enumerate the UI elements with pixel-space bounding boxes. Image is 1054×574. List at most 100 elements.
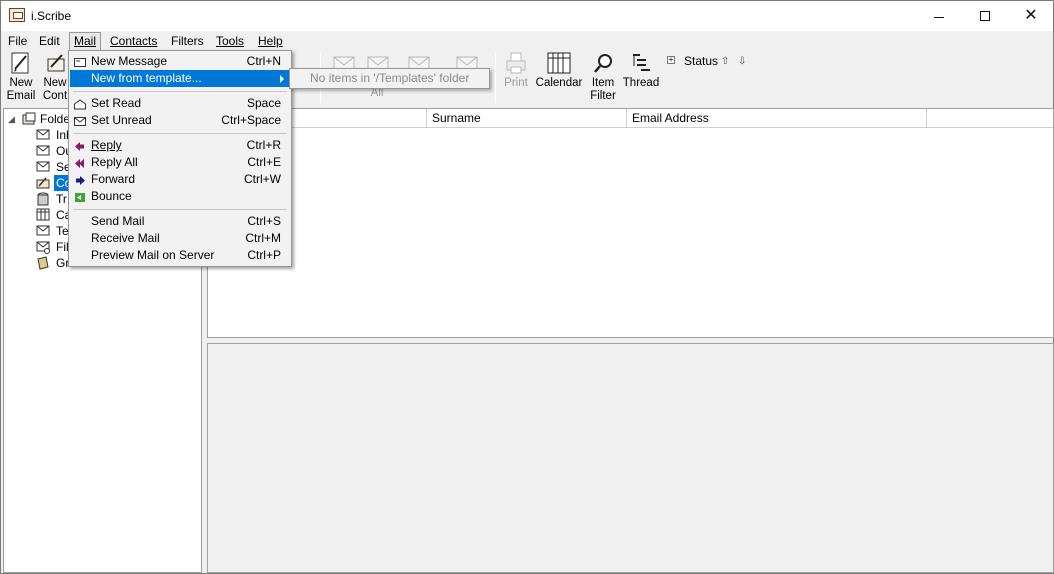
menu-separator xyxy=(73,133,287,134)
print-button[interactable]: Print xyxy=(501,51,531,90)
menu-mail[interactable]: Mail xyxy=(69,32,102,52)
root-folder-icon xyxy=(21,112,36,126)
inbox-folder-icon xyxy=(36,128,50,142)
reply-all-icon xyxy=(74,157,86,168)
minimize-button[interactable] xyxy=(916,1,962,31)
menu-item-preview-mail-on-server[interactable]: Preview Mail on Server Ctrl+P xyxy=(70,247,290,264)
menu-contacts[interactable]: Contacts xyxy=(106,33,161,51)
mail-menu-dropdown: New Message Ctrl+N New from template... … xyxy=(68,50,292,267)
menu-item-set-unread[interactable]: Set Unread Ctrl+Space xyxy=(70,112,290,129)
window-title: i.Scribe xyxy=(31,9,72,23)
menu-tools[interactable]: Tools xyxy=(212,33,248,51)
menu-item-label: Forward xyxy=(91,172,136,186)
menu-item-shortcut: Ctrl+Space xyxy=(221,113,281,127)
menu-item-new-from-template[interactable]: New from template... xyxy=(70,70,290,87)
menu-item-label: Send Mail xyxy=(91,214,145,228)
close-icon: ✕ xyxy=(1024,7,1038,24)
menu-item-forward[interactable]: Forward Ctrl+W xyxy=(70,171,290,188)
calendar-icon xyxy=(546,51,572,75)
submenu-arrow-icon xyxy=(280,75,284,83)
menu-item-shortcut: Ctrl+W xyxy=(244,172,281,186)
print-label: Print xyxy=(504,77,528,89)
templates-folder-icon xyxy=(36,224,50,238)
contacts-list[interactable]: Surname Email Address xyxy=(207,108,1054,338)
envelope-icon xyxy=(74,56,86,67)
submenu-empty-text: No items in '/Templates' folder xyxy=(310,71,470,85)
menu-item-label: Set Read xyxy=(91,96,142,110)
menu-item-set-read[interactable]: Set Read Space xyxy=(70,95,290,112)
expand-plus-icon[interactable]: + xyxy=(667,56,675,64)
menu-item-shortcut: Ctrl+N xyxy=(246,54,281,68)
menu-item-send-mail[interactable]: Send Mail Ctrl+S xyxy=(70,213,290,230)
reply-icon xyxy=(74,140,86,151)
menu-file[interactable]: File xyxy=(4,33,31,51)
menu-filters[interactable]: Filters xyxy=(167,33,208,51)
maximize-button[interactable] xyxy=(962,1,1008,31)
menu-item-reply[interactable]: Reply Ctrl+R xyxy=(70,137,290,154)
contacts-folder-icon xyxy=(36,176,50,190)
new-email-button[interactable]: New Email xyxy=(5,51,37,103)
calendar-folder-icon xyxy=(36,208,50,222)
new-contact-label-1: New xyxy=(43,77,67,89)
menu-item-shortcut: Ctrl+R xyxy=(246,138,281,152)
menu-separator xyxy=(73,91,287,92)
menu-item-label: Receive Mail xyxy=(91,231,160,245)
menu-item-label: Reply All xyxy=(91,155,138,169)
menu-separator xyxy=(73,209,287,210)
menu-item-bounce[interactable]: Bounce xyxy=(70,188,290,205)
status-label: Status xyxy=(684,54,719,68)
menu-item-receive-mail[interactable]: Receive Mail Ctrl+M xyxy=(70,230,290,247)
menu-item-new-message[interactable]: New Message Ctrl+N xyxy=(70,53,290,70)
bounce-icon xyxy=(74,191,86,202)
forward-icon xyxy=(74,174,86,185)
menu-help[interactable]: Help xyxy=(254,33,287,51)
menu-item-reply-all[interactable]: Reply All Ctrl+E xyxy=(70,154,290,171)
column-header-email[interactable]: Email Address xyxy=(627,109,927,128)
contact-card-icon xyxy=(42,51,68,75)
thread-tree-icon xyxy=(628,51,654,75)
menu-item-shortcut: Space xyxy=(246,96,281,110)
tree-item-label: Te xyxy=(56,224,69,238)
collapse-arrow-icon[interactable]: ◢ xyxy=(8,111,15,127)
menu-bar: File Edit Mail Contacts Filters Tools He… xyxy=(1,31,1053,52)
menu-item-label: Preview Mail on Server xyxy=(91,248,215,262)
title-bar: i.Scribe ✕ xyxy=(1,1,1053,31)
new-email-label-1: New xyxy=(9,77,33,89)
outbox-folder-icon xyxy=(36,144,50,158)
tree-item-label: Tr xyxy=(56,192,67,206)
toolbar-separator xyxy=(495,53,496,103)
open-envelope-icon xyxy=(74,98,86,110)
item-filter-button[interactable]: Item Filter xyxy=(588,51,618,103)
trash-can-icon xyxy=(36,192,50,206)
thread-button[interactable]: Thread xyxy=(621,51,661,90)
calendar-label: Calendar xyxy=(535,77,583,89)
menu-edit[interactable]: Edit xyxy=(35,33,64,51)
menu-item-label: New Message xyxy=(91,54,168,68)
close-button[interactable]: ✕ xyxy=(1008,1,1054,31)
new-contact-button[interactable]: New Cont xyxy=(41,51,69,103)
new-contact-label-2: Cont xyxy=(42,90,68,102)
menu-item-label: Set Unread xyxy=(91,113,152,127)
sort-up-icon[interactable]: ⇧ xyxy=(721,56,729,67)
calendar-button[interactable]: Calendar xyxy=(534,51,584,90)
menu-item-label: Bounce xyxy=(91,189,132,203)
tree-item-label: Fil xyxy=(56,240,69,254)
preview-pane xyxy=(207,343,1054,573)
menu-item-label: Reply xyxy=(91,138,122,152)
maximize-icon xyxy=(980,11,990,21)
app-icon xyxy=(9,8,25,22)
menu-item-shortcut: Ctrl+E xyxy=(247,155,281,169)
column-header-surname[interactable]: Surname xyxy=(427,109,627,128)
groups-folder-icon xyxy=(36,256,50,270)
column-header-filler xyxy=(927,109,1053,128)
menu-item-shortcut: Ctrl+M xyxy=(245,231,281,245)
filters-folder-icon xyxy=(36,240,50,254)
pen-paper-icon xyxy=(8,51,34,75)
sent-folder-icon xyxy=(36,160,50,174)
menu-item-shortcut: Ctrl+S xyxy=(247,214,281,228)
thread-label: Thread xyxy=(622,77,660,89)
printer-icon xyxy=(503,51,529,75)
minimize-icon xyxy=(934,16,944,18)
item-filter-label-2: Filter xyxy=(590,90,616,102)
sort-down-icon[interactable]: ⇩ xyxy=(738,56,746,67)
